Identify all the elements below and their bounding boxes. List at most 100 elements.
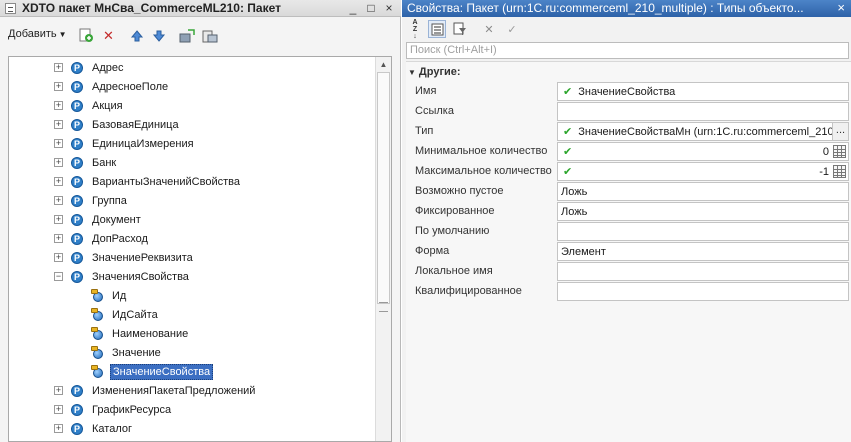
- tree-item[interactable]: + P Банк: [54, 153, 118, 172]
- close-button[interactable]: ×: [381, 1, 397, 16]
- property-value: ЗначениеСвойстваМн (urn:1C.ru:commerceml…: [578, 125, 832, 138]
- tree-subitem[interactable]: ЗначениеСвойства: [91, 362, 214, 381]
- import-icon[interactable]: [178, 27, 195, 44]
- sort-az-icon[interactable]: A Z ↓: [406, 19, 424, 40]
- object-type-icon: P: [68, 99, 84, 113]
- property-value-field[interactable]: ✔ -1: [557, 162, 849, 181]
- expand-icon[interactable]: +: [54, 405, 63, 414]
- scroll-up-arrow-icon[interactable]: ▲: [376, 57, 391, 72]
- property-value-field[interactable]: Ложь: [557, 202, 849, 221]
- tree-item-label: Значение: [112, 346, 161, 359]
- tree-item[interactable]: + P ДопРасход: [54, 229, 150, 248]
- expand-icon[interactable]: +: [54, 139, 63, 148]
- delete-icon[interactable]: ✕: [100, 27, 117, 44]
- checkmark-icon: ✔: [563, 146, 573, 158]
- tree-item[interactable]: + P АдресноеПоле: [54, 77, 170, 96]
- expand-icon[interactable]: +: [54, 63, 63, 72]
- object-type-icon: P: [68, 213, 84, 227]
- property-label: Максимальное количество: [415, 165, 552, 177]
- categorized-icon[interactable]: [428, 20, 446, 38]
- calculator-icon[interactable]: [833, 145, 846, 158]
- expand-icon[interactable]: +: [54, 120, 63, 129]
- expand-icon[interactable]: +: [54, 196, 63, 205]
- property-value-field[interactable]: Ложь: [557, 182, 849, 201]
- window-icon: [5, 3, 16, 14]
- object-type-icon: P: [68, 80, 84, 94]
- tree-item[interactable]: + P Каталог: [54, 419, 134, 438]
- expand-icon[interactable]: +: [54, 424, 63, 433]
- collapse-icon[interactable]: −: [54, 272, 63, 281]
- tree-item[interactable]: + P ЕдиницаИзмерения: [54, 134, 196, 153]
- tree-item-label: Группа: [92, 194, 127, 207]
- filter-icon[interactable]: [451, 20, 469, 38]
- properties-title: Свойства: Пакет (urn:1C.ru:commerceml_21…: [407, 1, 804, 15]
- tree-item[interactable]: + P ВариантыЗначенийСвойства: [54, 172, 242, 191]
- expand-icon[interactable]: +: [54, 253, 63, 262]
- property-value-field[interactable]: Элемент: [557, 242, 849, 261]
- property-value-field[interactable]: ✔ 0: [557, 142, 849, 161]
- tree-item[interactable]: + P Группа: [54, 191, 129, 210]
- tree-item-label: Каталог: [92, 422, 132, 435]
- tree-item[interactable]: + P ЗначениеРеквизита: [54, 248, 195, 267]
- tree-subitem[interactable]: Наименование: [91, 324, 190, 343]
- tree-item[interactable]: − P ЗначенияСвойства: [54, 267, 191, 286]
- object-type-icon: P: [68, 175, 84, 189]
- move-down-icon[interactable]: [150, 27, 167, 44]
- expand-icon[interactable]: +: [54, 177, 63, 186]
- tree-scrollbar[interactable]: ▲: [375, 57, 391, 441]
- export-icon[interactable]: [201, 27, 218, 44]
- tree-item-label: ЕдиницаИзмерения: [92, 137, 194, 150]
- search-input[interactable]: Поиск (Ctrl+Alt+I): [406, 42, 849, 59]
- object-type-icon: P: [68, 403, 84, 417]
- expand-icon[interactable]: +: [54, 386, 63, 395]
- move-up-icon[interactable]: [128, 27, 145, 44]
- scrollbar-thumb[interactable]: [377, 72, 390, 304]
- property-value-field[interactable]: ✔ ЗначениеСвойстваМн (urn:1C.ru:commercem…: [557, 122, 849, 141]
- tree-item[interactable]: + P Адрес: [54, 58, 126, 77]
- tree-item[interactable]: + P Акция: [54, 96, 125, 115]
- property-value-field[interactable]: ✔ ЗначениеСвойства: [557, 82, 849, 101]
- expand-icon[interactable]: +: [54, 101, 63, 110]
- calculator-icon[interactable]: [833, 165, 846, 178]
- expand-icon[interactable]: +: [54, 215, 63, 224]
- property-label: Возможно пустое: [415, 185, 504, 197]
- property-value-field[interactable]: [557, 102, 849, 121]
- property-value-field[interactable]: [557, 222, 849, 241]
- tree-subitem[interactable]: ИдСайта: [91, 305, 160, 324]
- group-title: Другие:: [418, 66, 461, 78]
- group-header[interactable]: ▼ Другие:: [408, 66, 461, 78]
- choose-button[interactable]: ...: [832, 123, 848, 140]
- maximize-button[interactable]: □: [363, 1, 379, 16]
- clear-icon[interactable]: ✕: [480, 20, 498, 38]
- package-window-titlebar[interactable]: XDTO пакет МнСва_CommerceML210: Пакет _ …: [0, 0, 401, 17]
- add-element-icon[interactable]: [78, 27, 95, 44]
- add-button[interactable]: Добавить ▼: [8, 28, 67, 40]
- property-icon: [91, 345, 105, 360]
- expand-icon[interactable]: +: [54, 82, 63, 91]
- object-type-icon: P: [68, 137, 84, 151]
- tree-subitem[interactable]: Значение: [91, 343, 163, 362]
- tree-item-label: ЗначенияСвойства: [92, 270, 189, 283]
- properties-titlebar[interactable]: Свойства: Пакет (urn:1C.ru:commerceml_21…: [402, 0, 851, 17]
- property-value-field[interactable]: [557, 282, 849, 301]
- tree-item[interactable]: + P ГрафикРесурса: [54, 400, 173, 419]
- tree-item[interactable]: + P БазоваяЕдиница: [54, 115, 181, 134]
- expand-icon[interactable]: +: [54, 234, 63, 243]
- minimize-button[interactable]: _: [345, 1, 361, 16]
- property-value-field[interactable]: [557, 262, 849, 281]
- tree-item[interactable]: + P Документ: [54, 210, 143, 229]
- package-window-title: XDTO пакет МнСва_CommerceML210: Пакет: [22, 1, 281, 15]
- tree-item[interactable]: + P ИзмененияПакетаПредложений: [54, 381, 257, 400]
- tree-item-label: Ид: [112, 289, 127, 302]
- package-tree[interactable]: + P Адрес + P АдресноеПоле + P Акция + P БазоваяЕди…: [8, 56, 392, 442]
- tree-subitem[interactable]: Ид: [91, 286, 128, 305]
- property-icon: [91, 364, 105, 379]
- close-button[interactable]: ×: [837, 1, 845, 15]
- tree-item-label: ГрафикРесурса: [92, 403, 172, 416]
- properties-window: Свойства: Пакет (urn:1C.ru:commerceml_21…: [402, 0, 851, 442]
- tree-item-label: ЗначениеРеквизита: [92, 251, 193, 264]
- object-type-icon: P: [68, 194, 84, 208]
- check-icon[interactable]: ✓: [503, 20, 521, 38]
- tree-item-label: Акция: [92, 99, 123, 112]
- expand-icon[interactable]: +: [54, 158, 63, 167]
